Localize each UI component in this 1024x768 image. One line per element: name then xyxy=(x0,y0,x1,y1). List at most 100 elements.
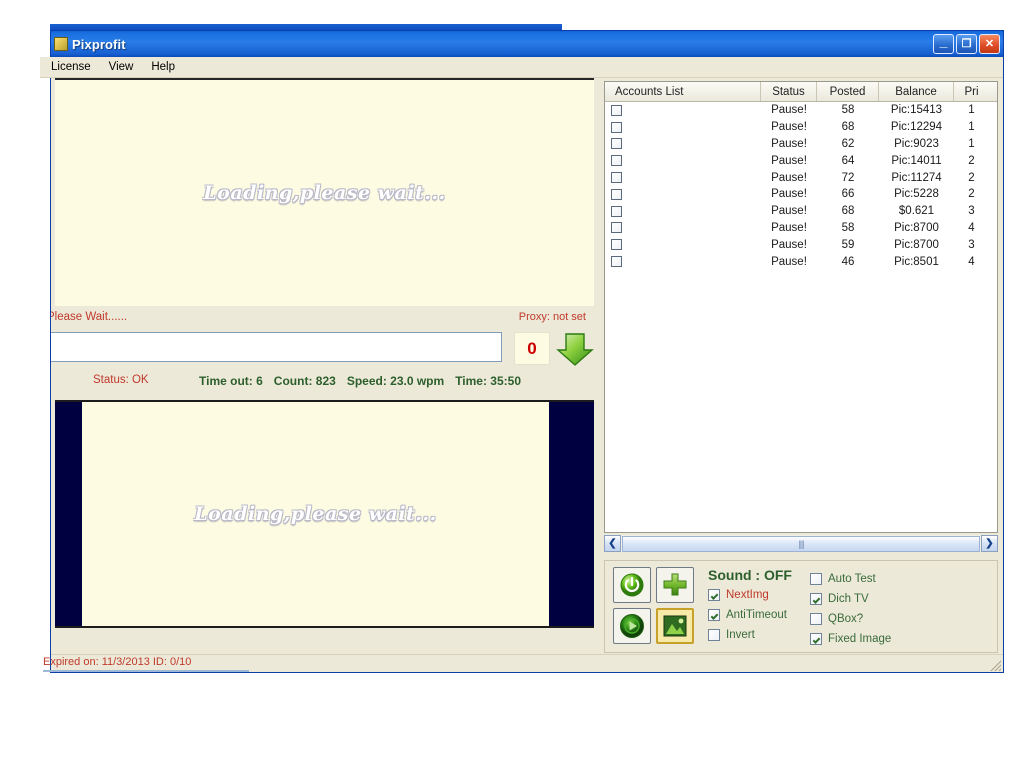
account-name-cell xyxy=(605,119,761,136)
loading-text-bottom: Loading,please wait... xyxy=(194,503,437,525)
row-checkbox[interactable] xyxy=(611,239,622,251)
image-icon xyxy=(663,615,687,637)
checkbox-antitimeout[interactable]: AntiTimeout xyxy=(708,605,804,625)
account-status-cell: Pause! xyxy=(771,171,807,184)
table-row[interactable]: Pause! 62 Pic:9023 1 xyxy=(605,136,997,153)
minimize-button[interactable]: _ xyxy=(933,34,954,54)
table-row[interactable]: Pause! 46 Pic:8501 4 xyxy=(605,253,997,270)
play-button[interactable] xyxy=(613,608,651,644)
checkbox-indicator[interactable] xyxy=(810,633,822,645)
account-pri-cell: 2 xyxy=(968,188,975,201)
maximize-button[interactable]: ❐ xyxy=(956,34,977,54)
down-arrow-icon[interactable] xyxy=(555,330,595,373)
action-buttons xyxy=(613,567,696,652)
accounts-list[interactable]: Accounts List Status Posted Balance Pri … xyxy=(604,81,998,533)
scrollbar-grip-icon: |||| xyxy=(798,538,804,549)
scroll-left-icon[interactable]: ❮ xyxy=(604,535,621,552)
account-name-cell xyxy=(605,236,761,253)
status-message-row: Please Wait...... Proxy: not set xyxy=(51,310,594,330)
row-checkbox[interactable] xyxy=(611,256,622,268)
menu-bar: License View Help xyxy=(40,57,1003,78)
checkbox-indicator[interactable] xyxy=(708,589,720,601)
stat-status: Status: OK xyxy=(93,374,149,386)
table-row[interactable]: Pause! 64 Pic:14011 2 xyxy=(605,152,997,169)
row-checkbox[interactable] xyxy=(611,138,622,150)
stat-timeout: Time out: 6 xyxy=(199,374,263,388)
captcha-image-bottom-inner: Loading,please wait... xyxy=(82,402,549,626)
checkbox-indicator[interactable] xyxy=(810,573,822,585)
row-checkbox[interactable] xyxy=(611,188,622,200)
checkbox-indicator[interactable] xyxy=(810,613,822,625)
checkbox-nextimg[interactable]: NextImg xyxy=(708,585,804,605)
add-button[interactable] xyxy=(656,567,694,603)
scroll-right-icon[interactable]: ❯ xyxy=(981,535,998,552)
stats-row: Status: OK Time out: 6 Count: 823 Speed: 2… xyxy=(51,374,594,392)
scrollbar-thumb[interactable]: |||| xyxy=(622,535,980,552)
status-underline xyxy=(43,670,249,672)
checkbox-group-right: Auto Test Dich TV QBox? Fixed Image xyxy=(810,569,930,649)
row-checkbox[interactable] xyxy=(611,155,622,167)
expiry-text: Expired on: 11/3/2013 ID: 0/10 xyxy=(43,656,192,668)
table-row[interactable]: Pause! 72 Pic:11274 2 xyxy=(605,169,997,186)
checkbox-fixed-image[interactable]: Fixed Image xyxy=(810,629,930,649)
account-posted-cell: 58 xyxy=(841,221,855,234)
accounts-header: Accounts List Status Posted Balance Pri xyxy=(605,82,997,102)
account-balance-cell: Pic:12294 xyxy=(890,121,943,134)
stat-group: Time out: 6 Count: 823 Speed: 23.0 wpm Time… xyxy=(199,374,521,388)
column-header-accounts-list[interactable]: Accounts List xyxy=(605,82,761,101)
account-name-cell xyxy=(605,220,761,237)
window-title: Pixprofit xyxy=(72,36,126,52)
image-button[interactable] xyxy=(656,608,694,644)
row-checkbox[interactable] xyxy=(611,121,622,133)
captcha-image-top[interactable]: Loading,please wait... xyxy=(55,78,594,306)
table-row[interactable]: Pause! 68 Pic:12294 1 xyxy=(605,119,997,136)
checkbox-indicator[interactable] xyxy=(708,609,720,621)
counter-box: 0 xyxy=(514,332,550,365)
column-header-posted[interactable]: Posted xyxy=(817,82,879,101)
account-pri-cell: 1 xyxy=(968,137,975,150)
answer-row: 0 xyxy=(51,332,598,370)
checkbox-label: Fixed Image xyxy=(828,633,892,645)
checkbox-indicator[interactable] xyxy=(810,593,822,605)
captcha-image-bottom[interactable]: Loading,please wait... xyxy=(55,400,594,628)
answer-input[interactable] xyxy=(51,332,502,362)
account-posted-cell: 58 xyxy=(841,104,855,117)
checkbox-invert[interactable]: Invert xyxy=(708,625,804,645)
horizontal-scrollbar[interactable]: ❮ |||| ❯ xyxy=(604,535,998,552)
column-header-status[interactable]: Status xyxy=(761,82,817,101)
loading-text-top: Loading,please wait... xyxy=(203,182,446,204)
checkbox-auto-test[interactable]: Auto Test xyxy=(810,569,930,589)
menu-item-help[interactable]: Help xyxy=(142,59,184,75)
checkbox-qbox[interactable]: QBox? xyxy=(810,609,930,629)
checkbox-indicator[interactable] xyxy=(708,629,720,641)
account-name-cell xyxy=(605,186,761,203)
close-button[interactable]: ✕ xyxy=(979,34,1000,54)
power-button[interactable] xyxy=(613,567,651,603)
table-row[interactable]: Pause! 59 Pic:8700 3 xyxy=(605,236,997,253)
table-row[interactable]: Pause! 68 $0.621 3 xyxy=(605,203,997,220)
table-row[interactable]: Pause! 66 Pic:5228 2 xyxy=(605,186,997,203)
title-bar[interactable]: Pixprofit _ ❐ ✕ xyxy=(51,31,1003,57)
menu-item-view[interactable]: View xyxy=(100,59,143,75)
menu-item-license[interactable]: License xyxy=(42,59,100,75)
play-icon xyxy=(620,614,644,638)
options-column-right: Auto Test Dich TV QBox? Fixed Image xyxy=(810,568,930,652)
row-checkbox[interactable] xyxy=(611,205,622,217)
row-checkbox[interactable] xyxy=(611,104,622,116)
account-pri-cell: 3 xyxy=(968,238,975,251)
account-posted-cell: 68 xyxy=(841,205,855,218)
please-wait-text: Please Wait...... xyxy=(51,311,128,323)
options-column-left: Sound : OFF NextImg AntiTimeout Invert xyxy=(708,568,804,652)
table-row[interactable]: Pause! 58 Pic:8700 4 xyxy=(605,220,997,237)
row-checkbox[interactable] xyxy=(611,172,622,184)
row-checkbox[interactable] xyxy=(611,222,622,234)
column-header-pri[interactable]: Pri xyxy=(954,82,989,101)
sound-label[interactable]: Sound : OFF xyxy=(708,568,804,583)
table-row[interactable]: Pause! 58 Pic:15413 1 xyxy=(605,102,997,119)
account-posted-cell: 64 xyxy=(841,154,855,167)
account-pri-cell: 2 xyxy=(968,154,975,167)
resize-grip-icon[interactable] xyxy=(989,659,1001,671)
column-header-balance[interactable]: Balance xyxy=(879,82,954,101)
account-posted-cell: 59 xyxy=(841,238,855,251)
checkbox-dich-tv[interactable]: Dich TV xyxy=(810,589,930,609)
